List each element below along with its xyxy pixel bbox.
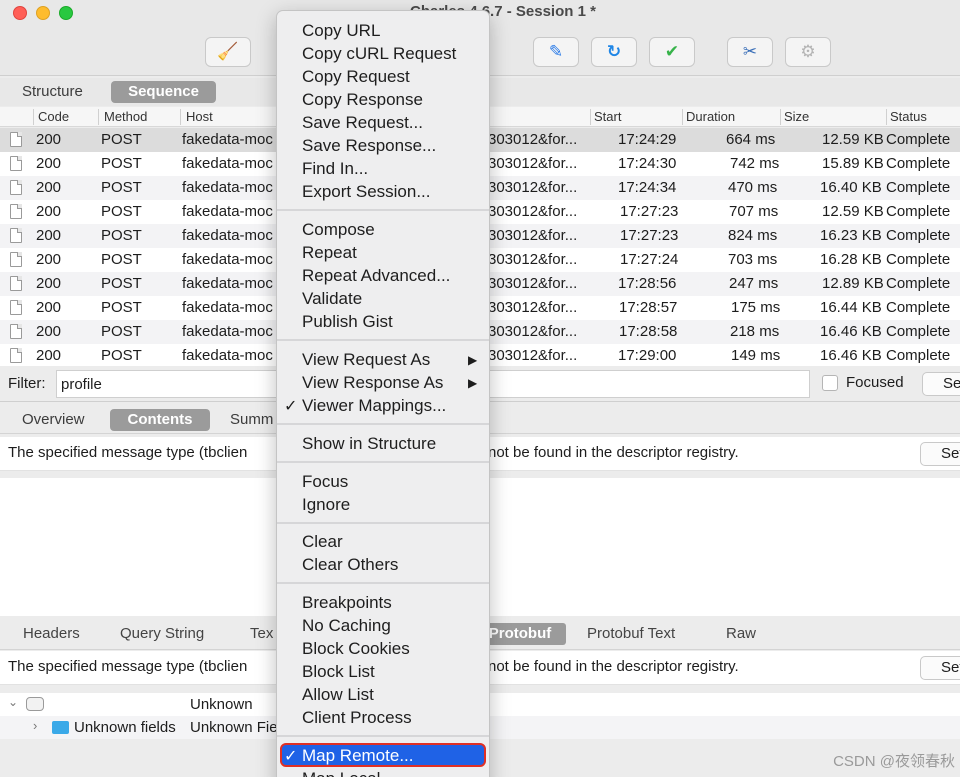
menu-allow-list[interactable]: Allow List [302, 684, 374, 706]
menu-separator [277, 582, 489, 584]
validate-button[interactable]: ✔ [649, 37, 695, 67]
menu-separator [277, 339, 489, 341]
menu-validate[interactable]: Validate [302, 288, 362, 310]
document-icon [10, 132, 22, 147]
menu-breakpoints[interactable]: Breakpoints [302, 592, 392, 614]
menu-view-request-as[interactable]: View Request As [302, 349, 430, 371]
filter-settings-button[interactable]: Settings [922, 372, 960, 396]
column-size[interactable]: Size [784, 109, 809, 124]
menu-separator [277, 209, 489, 211]
tab-raw[interactable]: Raw [714, 623, 768, 645]
check-icon: ✔ [664, 42, 680, 61]
menu-clear[interactable]: Clear [302, 531, 343, 553]
menu-clear-others[interactable]: Clear Others [302, 554, 398, 576]
menu-copy-request[interactable]: Copy Request [302, 66, 410, 88]
tab-query-string[interactable]: Query String [108, 623, 216, 645]
tab-structure[interactable]: Structure [10, 81, 95, 103]
menu-no-caching[interactable]: No Caching [302, 615, 391, 637]
menu-separator [277, 461, 489, 463]
menu-block-list[interactable]: Block List [302, 661, 375, 683]
menu-repeat[interactable]: Repeat [302, 242, 357, 264]
tab-protobuf-text[interactable]: Protobuf Text [575, 623, 687, 645]
menu-compose[interactable]: Compose [302, 219, 375, 241]
focused-label: Focused [846, 374, 904, 391]
submenu-arrow-icon: ▶ [468, 353, 478, 367]
menu-repeat-advanced[interactable]: Repeat Advanced... [302, 265, 450, 287]
document-icon [10, 156, 22, 171]
tab-headers[interactable]: Headers [11, 623, 92, 645]
document-icon [10, 324, 22, 339]
menu-map-local[interactable]: Map Local... [302, 768, 395, 777]
menu-block-cookies[interactable]: Block Cookies [302, 638, 410, 660]
document-icon [10, 204, 22, 219]
zoom-window-button[interactable] [59, 6, 73, 20]
submenu-arrow-icon: ▶ [468, 376, 478, 390]
column-start[interactable]: Start [594, 109, 621, 124]
menu-separator [277, 522, 489, 524]
menu-separator [277, 423, 489, 425]
menu-save-request[interactable]: Save Request... [302, 112, 423, 134]
message-icon [26, 697, 44, 711]
minimize-window-button[interactable] [36, 6, 50, 20]
menu-view-response-as[interactable]: View Response As [302, 372, 443, 394]
column-method[interactable]: Method [104, 109, 147, 124]
broom-icon: 🧹 [217, 42, 239, 61]
menu-client-process[interactable]: Client Process [302, 707, 412, 729]
repeat-button[interactable]: ↻ [591, 37, 637, 67]
document-icon [10, 348, 22, 363]
context-menu: Copy URL Copy cURL Request Copy Request … [276, 10, 490, 777]
descriptor-settings-button[interactable]: Settings [920, 442, 960, 466]
menu-find-in[interactable]: Find In... [302, 158, 368, 180]
checkmark-icon: ✓ [284, 748, 298, 765]
filter-label: Filter: [8, 375, 46, 392]
pen-icon: ✎ [548, 42, 564, 61]
document-icon [10, 252, 22, 267]
menu-show-in-structure[interactable]: Show in Structure [302, 433, 436, 455]
watermark: CSDN @夜领春秋 [833, 753, 955, 770]
settings-button[interactable]: ⚙ [785, 37, 831, 67]
menu-ignore[interactable]: Ignore [302, 494, 350, 516]
column-code[interactable]: Code [38, 109, 69, 124]
menu-separator [277, 735, 489, 737]
column-status[interactable]: Status [890, 109, 927, 124]
chevron-down-icon[interactable]: ⌄ [8, 695, 18, 709]
menu-viewer-mappings[interactable]: Viewer Mappings... [302, 395, 446, 417]
refresh-icon: ↻ [606, 42, 622, 61]
document-icon [10, 180, 22, 195]
menu-export-session[interactable]: Export Session... [302, 181, 431, 203]
descriptor-settings-button-response[interactable]: Settings [920, 656, 960, 680]
menu-publish-gist[interactable]: Publish Gist [302, 311, 393, 333]
menu-copy-response[interactable]: Copy Response [302, 89, 423, 111]
tab-overview[interactable]: Overview [10, 409, 97, 431]
menu-focus[interactable]: Focus [302, 471, 348, 493]
document-icon [10, 228, 22, 243]
document-icon [10, 276, 22, 291]
document-icon [10, 300, 22, 315]
gear-icon: ⚙ [800, 42, 816, 61]
menu-copy-curl-request[interactable]: Copy cURL Request [302, 43, 456, 65]
checkmark-icon: ✓ [284, 398, 298, 415]
close-window-button[interactable] [13, 6, 27, 20]
chevron-right-icon[interactable]: › [33, 718, 37, 733]
focused-checkbox[interactable] [822, 375, 838, 391]
folder-icon [52, 721, 69, 734]
column-duration[interactable]: Duration [686, 109, 735, 124]
tools-icon: ✂ [742, 42, 758, 61]
menu-save-response[interactable]: Save Response... [302, 135, 436, 157]
column-host[interactable]: Host [186, 109, 213, 124]
tab-sequence[interactable]: Sequence [111, 81, 216, 103]
clear-session-button[interactable]: 🧹 [205, 37, 251, 67]
edit-button[interactable]: ✎ [533, 37, 579, 67]
menu-copy-url[interactable]: Copy URL [302, 20, 380, 42]
menu-map-remote[interactable]: Map Remote... [302, 745, 414, 767]
tools-button[interactable]: ✂ [727, 37, 773, 67]
tab-contents[interactable]: Contents [110, 409, 210, 431]
